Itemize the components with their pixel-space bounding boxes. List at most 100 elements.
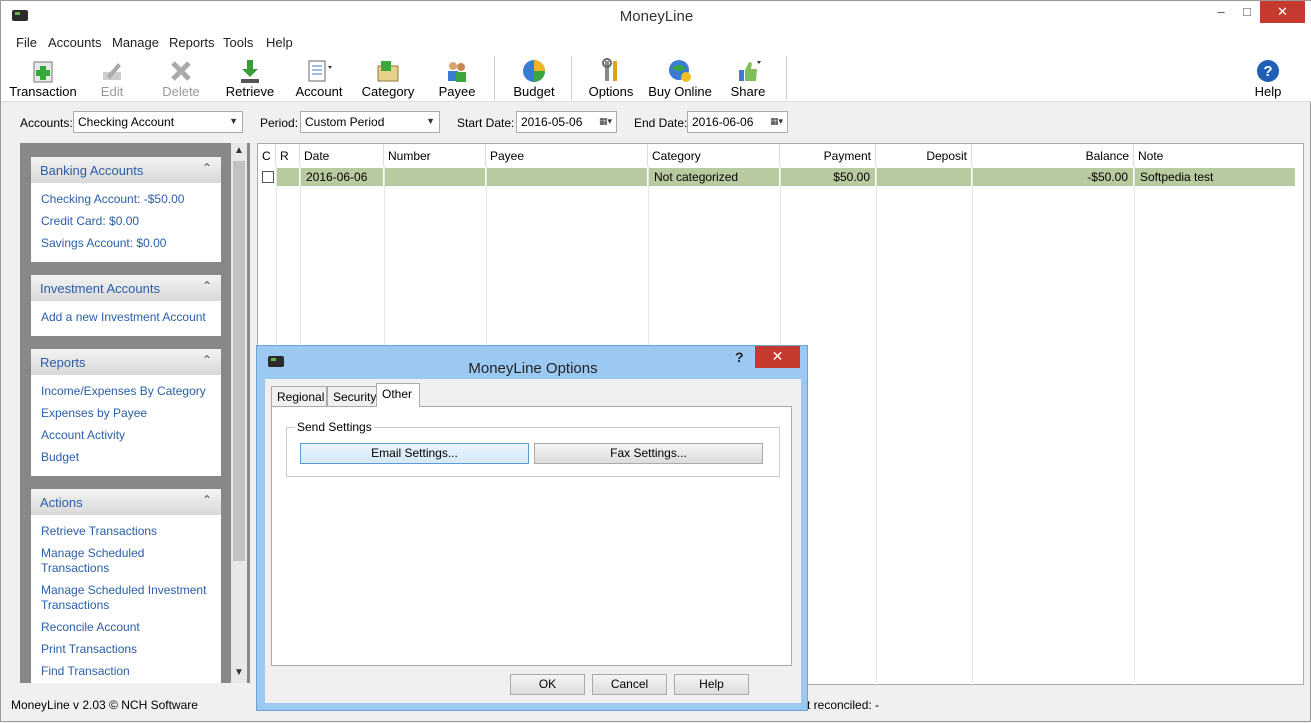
close-button[interactable]: ✕ xyxy=(1260,1,1305,23)
reconciled-cell xyxy=(277,168,299,186)
sidebar-item-print[interactable]: Print Transactions xyxy=(31,639,221,661)
period-select[interactable]: Custom Period ▼ xyxy=(300,111,440,133)
tab-security[interactable]: Security xyxy=(327,386,377,406)
period-select-value: Custom Period xyxy=(305,115,385,129)
cancel-button[interactable]: Cancel xyxy=(592,674,667,695)
menu-reports[interactable]: Reports xyxy=(169,35,215,50)
column-header-c[interactable]: C xyxy=(258,144,276,166)
dialog-help-button[interactable]: Help xyxy=(674,674,749,695)
accounts-select[interactable]: Checking Account ▼ xyxy=(73,111,243,133)
help-question-icon: ? xyxy=(1257,60,1279,82)
tab-regional[interactable]: Regional xyxy=(271,386,327,406)
investment-accounts-header[interactable]: Investment Accounts ⌃ xyxy=(31,275,221,301)
scroll-up-icon[interactable]: ▲ xyxy=(234,145,244,156)
column-header-category[interactable]: Category xyxy=(648,144,780,166)
menu-help[interactable]: Help xyxy=(266,35,293,50)
sidebar-item-savings[interactable]: Savings Account: $0.00 xyxy=(31,233,221,255)
email-settings-button[interactable]: Email Settings... xyxy=(300,443,529,464)
payee-label: Payee xyxy=(438,84,476,99)
sidebar-item-budget[interactable]: Budget xyxy=(31,447,221,469)
end-date-value: 2016-06-06 xyxy=(692,115,754,129)
actions-header[interactable]: Actions ⌃ xyxy=(31,489,221,515)
sidebar-item-add-investment[interactable]: Add a new Investment Account xyxy=(31,307,221,329)
column-divider xyxy=(1134,166,1135,686)
delete-label: Delete xyxy=(162,84,200,99)
menu-tools[interactable]: Tools xyxy=(223,35,253,50)
maximize-button[interactable]: □ xyxy=(1234,1,1260,23)
accounts-select-value: Checking Account xyxy=(78,115,175,129)
sidebar-item-income-expenses[interactable]: Income/Expenses By Category xyxy=(31,381,221,403)
sidebar-item-checking[interactable]: Checking Account: -$50.00 xyxy=(31,189,221,211)
menu-manage[interactable]: Manage xyxy=(112,35,159,50)
column-header-r[interactable]: R xyxy=(276,144,300,166)
retrieve-button[interactable]: Retrieve xyxy=(225,56,275,102)
account-button[interactable]: Account xyxy=(293,56,345,102)
minimize-button[interactable]: – xyxy=(1208,1,1234,23)
dialog-title: MoneyLine Options xyxy=(468,360,598,377)
payment-cell: $50.00 xyxy=(781,168,875,186)
payee-button[interactable]: Payee xyxy=(431,56,483,102)
edit-button[interactable]: Edit xyxy=(87,56,137,102)
category-label: Category xyxy=(361,84,415,99)
category-cell: Not categorized xyxy=(649,168,779,186)
sidebar-item-expenses-payee[interactable]: Expenses by Payee xyxy=(31,403,221,425)
start-date-value: 2016-05-06 xyxy=(521,115,583,129)
title-bar: MoneyLine – □ ✕ xyxy=(1,1,1311,32)
end-date-picker[interactable]: 2016-06-06 ▦▾ xyxy=(687,111,788,133)
sidebar-item-account-activity[interactable]: Account Activity xyxy=(31,425,221,447)
menu-file[interactable]: File xyxy=(16,35,37,50)
banking-accounts-header[interactable]: Banking Accounts ⌃ xyxy=(31,157,221,183)
share-label: Share xyxy=(730,84,766,99)
sidebar-scrollbar[interactable]: ▲ ▼ xyxy=(231,143,247,683)
start-date-picker[interactable]: 2016-05-06 ▦▾ xyxy=(516,111,617,133)
scroll-down-icon[interactable]: ▼ xyxy=(234,667,244,678)
end-date-label: End Date: xyxy=(634,116,688,130)
sidebar-item-manage-scheduled[interactable]: Manage Scheduled Transactions xyxy=(31,543,221,580)
panel-title: Investment Accounts xyxy=(40,281,160,296)
tab-page-other: Send Settings Email Settings... Fax Sett… xyxy=(271,406,792,666)
dialog-help-icon[interactable]: ? xyxy=(735,349,744,365)
reports-header[interactable]: Reports ⌃ xyxy=(31,349,221,375)
main-window: MoneyLine – □ ✕ File Accounts Manage Rep… xyxy=(0,0,1311,722)
buy-online-button[interactable]: Buy Online xyxy=(647,56,713,102)
column-header-note[interactable]: Note xyxy=(1134,144,1303,166)
options-dialog: MoneyLine Options ? ✕ Regional Security … xyxy=(256,345,808,711)
sidebar-item-find[interactable]: Find Transaction xyxy=(31,661,221,683)
calendar-icon[interactable]: ▦▾ xyxy=(770,116,783,127)
help-button[interactable]: ? Help xyxy=(1247,56,1289,102)
deposit-cell xyxy=(877,168,971,186)
column-header-balance[interactable]: Balance xyxy=(972,144,1134,166)
dialog-close-button[interactable]: ✕ xyxy=(755,346,800,368)
collapse-icon[interactable]: ⌃ xyxy=(202,353,212,367)
column-header-date[interactable]: Date xyxy=(300,144,384,166)
filter-bar: Accounts: Checking Account ▼ Period: Cust… xyxy=(1,108,1311,138)
sidebar-item-reconcile[interactable]: Reconcile Account xyxy=(31,617,221,639)
scrollbar-thumb[interactable] xyxy=(233,161,245,561)
cleared-checkbox[interactable] xyxy=(262,171,274,183)
column-header-payee[interactable]: Payee xyxy=(486,144,648,166)
category-button[interactable]: Category xyxy=(361,56,415,102)
column-header-number[interactable]: Number xyxy=(384,144,486,166)
options-label: Options xyxy=(588,84,634,99)
menu-accounts[interactable]: Accounts xyxy=(48,35,101,50)
collapse-icon[interactable]: ⌃ xyxy=(202,279,212,293)
budget-button[interactable]: Budget xyxy=(508,56,560,102)
fax-settings-button[interactable]: Fax Settings... xyxy=(534,443,763,464)
collapse-icon[interactable]: ⌃ xyxy=(202,493,212,507)
tab-other[interactable]: Other xyxy=(376,383,420,407)
delete-x-icon xyxy=(171,61,191,81)
ok-button[interactable]: OK xyxy=(510,674,585,695)
sidebar-item-retrieve-transactions[interactable]: Retrieve Transactions xyxy=(31,521,221,543)
sidebar-item-credit-card[interactable]: Credit Card: $0.00 xyxy=(31,211,221,233)
calendar-icon[interactable]: ▦▾ xyxy=(599,116,612,127)
transaction-button[interactable]: Transaction xyxy=(9,56,77,102)
collapse-icon[interactable]: ⌃ xyxy=(202,161,212,175)
sidebar-item-manage-scheduled-investment[interactable]: Manage Scheduled Investment Transactions xyxy=(31,580,221,617)
column-header-deposit[interactable]: Deposit xyxy=(876,144,972,166)
options-button[interactable]: Options xyxy=(585,56,637,102)
delete-button[interactable]: Delete xyxy=(156,56,206,102)
budget-label: Budget xyxy=(513,84,555,99)
actions-panel: Actions ⌃ Retrieve Transactions Manage Sc… xyxy=(31,489,221,683)
share-button[interactable]: Share xyxy=(723,56,773,102)
column-header-payment[interactable]: Payment xyxy=(780,144,876,166)
